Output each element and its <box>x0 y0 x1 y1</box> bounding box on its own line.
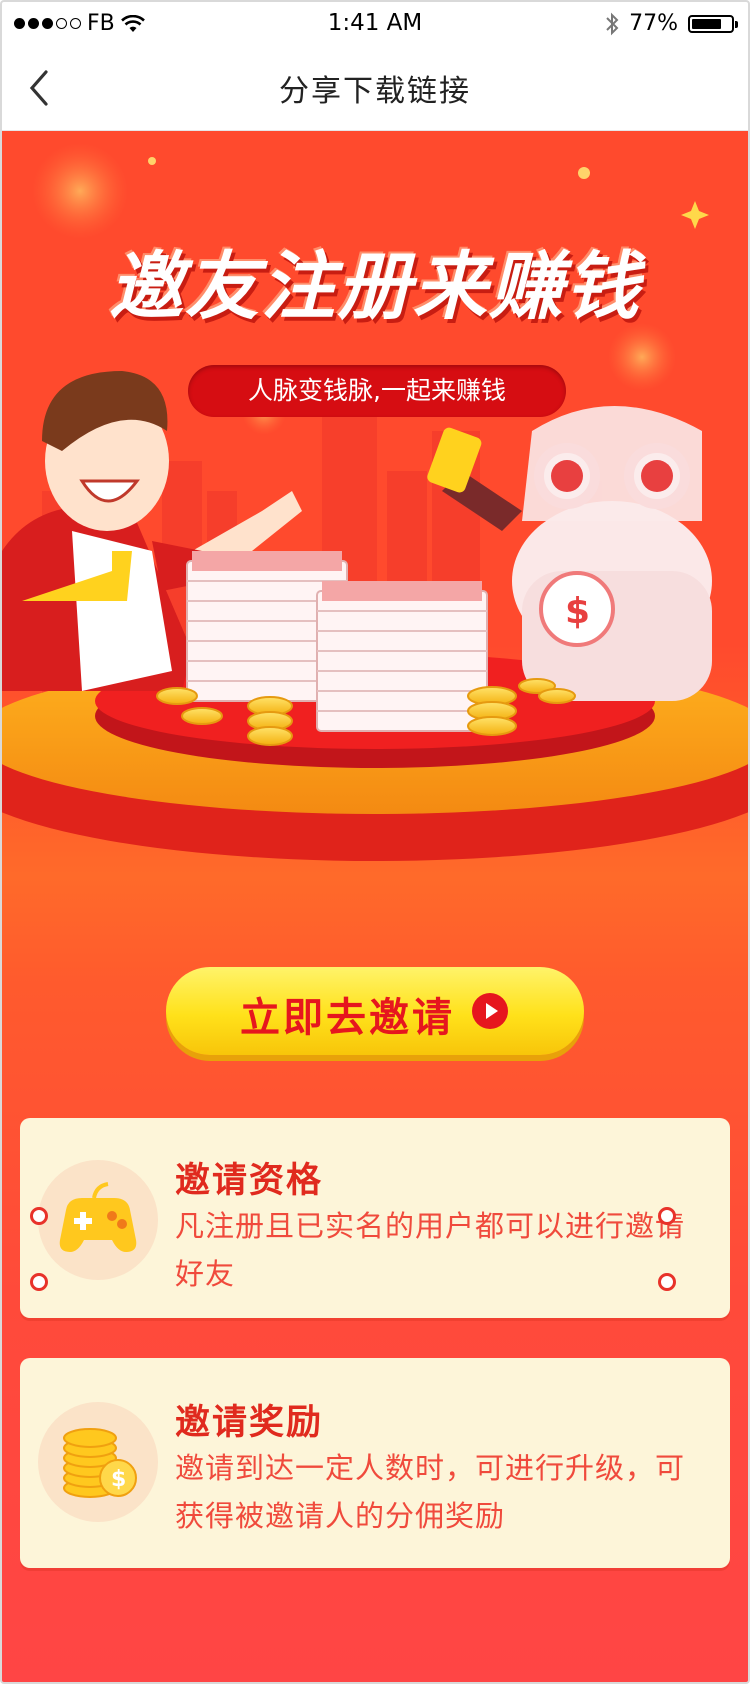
gamepad-icon <box>38 1160 158 1280</box>
hero-title: 邀友注册来赚钱 <box>109 244 641 330</box>
card-description: 邀请到达一定人数时，可进行升级，可获得被邀请人的分佣奖励 <box>175 1451 686 1533</box>
invite-reward-card: $ 邀请奖励 邀请到达一定人数时，可进行升级，可获得被邀请人的分佣奖励 <box>20 1358 730 1568</box>
nav-bar: 分享下载链接 <box>2 46 748 131</box>
status-bar: FB 1:41 AM 77% <box>2 2 748 46</box>
status-right: 77% <box>605 11 738 36</box>
hero-subtitle: 人脉变钱脉,一起来赚钱 <box>188 365 566 417</box>
page-title: 分享下载链接 <box>279 74 471 109</box>
invite-now-button[interactable]: 立即去邀请 <box>166 967 584 1055</box>
invite-now-label: 立即去邀请 <box>240 995 455 1041</box>
card-title: 邀请奖励 <box>175 1403 324 1443</box>
svg-text:$: $ <box>565 591 590 632</box>
app-frame: FB 1:41 AM 77% 分享下载链接 $ 邀友注册来赚钱 人脉变钱脉,一起… <box>0 0 750 1684</box>
hero-banner: $ 邀友注册来赚钱 人脉变钱脉,一起来赚钱 <box>2 131 748 931</box>
card-pin <box>30 1207 48 1225</box>
gold-coins-icon: $ <box>38 1402 158 1522</box>
card-pin <box>658 1273 676 1291</box>
card-pin <box>30 1273 48 1291</box>
svg-text:$: $ <box>111 1467 126 1492</box>
invite-qualification-card: 邀请资格 凡注册且已实名的用户都可以进行邀请好友 <box>20 1118 730 1318</box>
card-title: 邀请资格 <box>175 1161 324 1201</box>
battery-percent: 77% <box>629 11 678 36</box>
card-description: 凡注册且已实名的用户都可以进行邀请好友 <box>175 1209 686 1291</box>
card-pin <box>658 1207 676 1225</box>
play-circle-icon <box>472 993 508 1029</box>
bluetooth-icon <box>606 12 619 35</box>
invite-page-content: $ 邀友注册来赚钱 人脉变钱脉,一起来赚钱 立即去邀请 邀请资格 凡注册且已实名… <box>2 131 748 1682</box>
battery-fill <box>692 18 721 29</box>
battery-icon <box>688 14 738 33</box>
